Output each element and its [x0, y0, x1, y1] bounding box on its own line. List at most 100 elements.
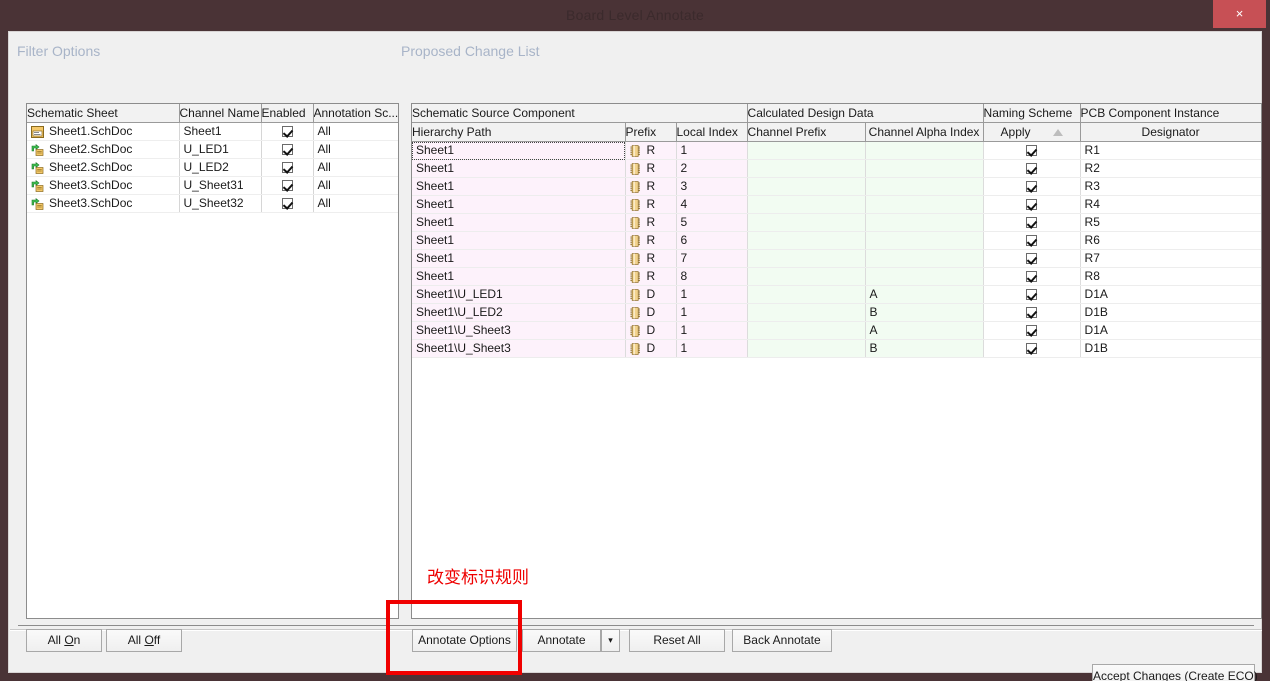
- table-row[interactable]: Sheet3.SchDocU_Sheet31All: [27, 177, 398, 195]
- close-icon[interactable]: ×: [1213, 0, 1266, 28]
- cell-enabled[interactable]: [261, 177, 313, 195]
- cell-channel-prefix[interactable]: [747, 286, 865, 304]
- help-icon[interactable]: question-mark-icon: [1180, 0, 1208, 26]
- col-hierarchy-path[interactable]: Hierarchy Path: [412, 123, 625, 142]
- cell-hierarchy-path[interactable]: Sheet1: [412, 268, 625, 286]
- apply-checkbox[interactable]: [1026, 271, 1037, 282]
- cell-apply[interactable]: [983, 196, 1080, 214]
- table-row[interactable]: Sheet1R8R8: [412, 268, 1261, 286]
- cell-hierarchy-path[interactable]: Sheet1\U_Sheet3: [412, 340, 625, 358]
- col-prefix[interactable]: Prefix: [625, 123, 676, 142]
- cell-apply[interactable]: [983, 268, 1080, 286]
- col-enabled[interactable]: Enabled: [261, 104, 313, 123]
- table-row[interactable]: Sheet1R4R4: [412, 196, 1261, 214]
- cell-local-index[interactable]: 4: [676, 196, 747, 214]
- enabled-checkbox[interactable]: [282, 144, 293, 155]
- cell-prefix[interactable]: R: [625, 178, 676, 196]
- cell-channel-name[interactable]: Sheet1: [179, 123, 261, 141]
- cell-channel-alpha-index[interactable]: A: [865, 286, 983, 304]
- cell-apply[interactable]: [983, 340, 1080, 358]
- cell-apply[interactable]: [983, 178, 1080, 196]
- cell-hierarchy-path[interactable]: Sheet1: [412, 142, 625, 160]
- cell-designator[interactable]: R6: [1080, 232, 1261, 250]
- cell-channel-prefix[interactable]: [747, 232, 865, 250]
- cell-apply[interactable]: [983, 286, 1080, 304]
- cell-designator[interactable]: D1A: [1080, 322, 1261, 340]
- cell-hierarchy-path[interactable]: Sheet1: [412, 250, 625, 268]
- all-on-button[interactable]: All On: [26, 629, 102, 652]
- cell-enabled[interactable]: [261, 159, 313, 177]
- col-channel-alpha-index[interactable]: Channel Alpha Index: [865, 123, 983, 142]
- cell-hierarchy-path[interactable]: Sheet1\U_LED1: [412, 286, 625, 304]
- cell-channel-alpha-index[interactable]: A: [865, 322, 983, 340]
- apply-checkbox[interactable]: [1026, 145, 1037, 156]
- enabled-checkbox[interactable]: [282, 180, 293, 191]
- proposed-change-list-table[interactable]: Schematic Source Component Calculated De…: [411, 103, 1262, 619]
- cell-local-index[interactable]: 3: [676, 178, 747, 196]
- cell-channel-alpha-index[interactable]: [865, 214, 983, 232]
- table-row[interactable]: Sheet1R5R5: [412, 214, 1261, 232]
- enabled-checkbox[interactable]: [282, 162, 293, 173]
- filter-options-table[interactable]: Schematic Sheet Channel Name Enabled Ann…: [26, 103, 399, 619]
- annotate-dropdown-arrow-icon[interactable]: ▾: [601, 629, 620, 652]
- table-row[interactable]: Sheet1\U_LED1D1AD1A: [412, 286, 1261, 304]
- cell-apply[interactable]: [983, 232, 1080, 250]
- col-schematic-sheet[interactable]: Schematic Sheet: [27, 104, 179, 123]
- cell-schematic-sheet[interactable]: Sheet2.SchDoc: [27, 141, 179, 159]
- col-local-index[interactable]: Local Index: [676, 123, 747, 142]
- back-annotate-button[interactable]: Back Annotate: [732, 629, 832, 652]
- cell-hierarchy-path[interactable]: Sheet1: [412, 178, 625, 196]
- cell-enabled[interactable]: [261, 195, 313, 213]
- cell-apply[interactable]: [983, 214, 1080, 232]
- annotate-button[interactable]: Annotate: [522, 629, 601, 652]
- cell-schematic-sheet[interactable]: Sheet2.SchDoc: [27, 159, 179, 177]
- cell-local-index[interactable]: 1: [676, 322, 747, 340]
- enabled-checkbox[interactable]: [282, 198, 293, 209]
- cell-channel-name[interactable]: U_LED2: [179, 159, 261, 177]
- cell-local-index[interactable]: 6: [676, 232, 747, 250]
- cell-channel-alpha-index[interactable]: [865, 196, 983, 214]
- cell-designator[interactable]: R5: [1080, 214, 1261, 232]
- cell-local-index[interactable]: 1: [676, 286, 747, 304]
- table-row[interactable]: Sheet1\U_LED2D1BD1B: [412, 304, 1261, 322]
- apply-checkbox[interactable]: [1026, 199, 1037, 210]
- cell-apply[interactable]: [983, 322, 1080, 340]
- cell-local-index[interactable]: 2: [676, 160, 747, 178]
- cell-designator[interactable]: D1A: [1080, 286, 1261, 304]
- col-apply[interactable]: Apply: [983, 123, 1080, 142]
- cell-channel-alpha-index[interactable]: [865, 268, 983, 286]
- cell-local-index[interactable]: 5: [676, 214, 747, 232]
- cell-channel-alpha-index[interactable]: B: [865, 304, 983, 322]
- cell-annotation-scope[interactable]: All: [313, 123, 398, 141]
- apply-checkbox[interactable]: [1026, 181, 1037, 192]
- cell-channel-prefix[interactable]: [747, 268, 865, 286]
- cell-local-index[interactable]: 1: [676, 304, 747, 322]
- cell-local-index[interactable]: 7: [676, 250, 747, 268]
- cell-channel-alpha-index[interactable]: [865, 232, 983, 250]
- cell-schematic-sheet[interactable]: Sheet3.SchDoc: [27, 177, 179, 195]
- cell-channel-alpha-index[interactable]: B: [865, 340, 983, 358]
- cell-designator[interactable]: R8: [1080, 268, 1261, 286]
- col-channel-prefix[interactable]: Channel Prefix: [747, 123, 865, 142]
- cell-hierarchy-path[interactable]: Sheet1\U_Sheet3: [412, 322, 625, 340]
- cell-local-index[interactable]: 1: [676, 340, 747, 358]
- cell-designator[interactable]: R2: [1080, 160, 1261, 178]
- table-row[interactable]: Sheet2.SchDocU_LED2All: [27, 159, 398, 177]
- table-row[interactable]: Sheet3.SchDocU_Sheet32All: [27, 195, 398, 213]
- cell-designator[interactable]: R3: [1080, 178, 1261, 196]
- cell-prefix[interactable]: R: [625, 214, 676, 232]
- cell-channel-name[interactable]: U_Sheet31: [179, 177, 261, 195]
- table-row[interactable]: Sheet1.SchDocSheet1All: [27, 123, 398, 141]
- cell-channel-prefix[interactable]: [747, 322, 865, 340]
- cell-designator[interactable]: D1B: [1080, 340, 1261, 358]
- cell-channel-prefix[interactable]: [747, 340, 865, 358]
- cell-hierarchy-path[interactable]: Sheet1: [412, 232, 625, 250]
- all-off-button[interactable]: All Off: [106, 629, 182, 652]
- table-row[interactable]: Sheet1\U_Sheet3D1AD1A: [412, 322, 1261, 340]
- cell-channel-prefix[interactable]: [747, 196, 865, 214]
- cell-designator[interactable]: R1: [1080, 142, 1261, 160]
- cell-channel-name[interactable]: U_LED1: [179, 141, 261, 159]
- cell-channel-prefix[interactable]: [747, 142, 865, 160]
- cell-prefix[interactable]: D: [625, 304, 676, 322]
- accept-changes-button[interactable]: Accept Changes (Create ECO): [1092, 664, 1255, 681]
